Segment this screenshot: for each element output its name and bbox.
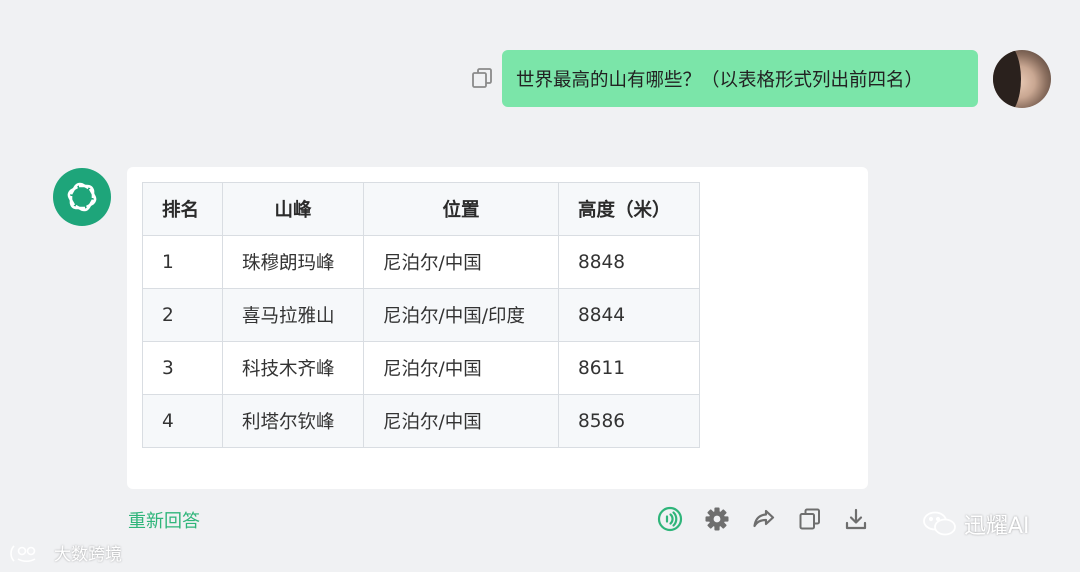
download-icon[interactable]: [843, 506, 869, 532]
location-cell: 尼泊尔/中国: [363, 235, 559, 289]
mountain-table: 排名 山峰 位置 高度（米） 1 珠穆朗玛峰 尼泊尔/中国 8848 2 喜马拉…: [142, 182, 700, 448]
message-actions: [0, 506, 1080, 532]
location-cell: 尼泊尔/中国: [363, 341, 559, 395]
column-header: 排名: [142, 182, 223, 236]
peak-cell: 科技木齐峰: [222, 341, 364, 395]
wechat-icon: [923, 511, 956, 536]
location-cell: 尼泊尔/中国: [363, 394, 559, 448]
column-header: 山峰: [222, 182, 364, 236]
rank-cell: 4: [142, 394, 223, 448]
user-message-bubble: 世界最高的山有哪些？（以表格形式列出前四名）: [502, 50, 978, 107]
location-cell: 尼泊尔/中国/印度: [363, 288, 559, 342]
table-header-row: 排名 山峰 位置 高度（米）: [142, 182, 700, 236]
user-message-row: 世界最高的山有哪些？（以表格形式列出前四名）: [0, 50, 1080, 108]
copy-icon[interactable]: [470, 66, 494, 90]
table-row: 2 喜马拉雅山 尼泊尔/中国/印度 8844: [142, 288, 700, 342]
watermark-right-text: 迅耀AI: [964, 514, 1030, 539]
assistant-answer-card: 排名 山峰 位置 高度（米） 1 珠穆朗玛峰 尼泊尔/中国 8848 2 喜马拉…: [127, 167, 868, 489]
height-cell: 8848: [558, 235, 700, 289]
watermark-right: 迅耀AI: [922, 508, 1030, 540]
copy-icon[interactable]: [797, 506, 823, 532]
user-avatar[interactable]: [993, 50, 1051, 108]
peak-cell: 喜马拉雅山: [222, 288, 364, 342]
share-icon[interactable]: [751, 506, 777, 532]
height-cell: 8611: [558, 341, 700, 395]
user-message-text: 世界最高的山有哪些？（以表格形式列出前四名）: [516, 69, 924, 91]
height-cell: 8844: [558, 288, 700, 342]
speaker-icon[interactable]: [657, 506, 683, 532]
watermark-left: 大数跨境: [8, 540, 122, 565]
peak-cell: 利塔尔钦峰: [222, 394, 364, 448]
watermark-left-text: 大数跨境: [54, 545, 122, 565]
column-header: 位置: [363, 182, 559, 236]
gear-icon[interactable]: [704, 506, 730, 532]
rank-cell: 3: [142, 341, 223, 395]
table-row: 4 利塔尔钦峰 尼泊尔/中国 8586: [142, 394, 700, 448]
watermark-logo-icon: [10, 544, 36, 562]
table-row: 1 珠穆朗玛峰 尼泊尔/中国 8848: [142, 235, 700, 289]
table-row: 3 科技木齐峰 尼泊尔/中国 8611: [142, 341, 700, 395]
peak-cell: 珠穆朗玛峰: [222, 235, 364, 289]
openai-logo-icon: [53, 168, 111, 226]
rank-cell: 2: [142, 288, 223, 342]
column-header: 高度（米）: [558, 182, 700, 236]
height-cell: 8586: [558, 394, 700, 448]
rank-cell: 1: [142, 235, 223, 289]
